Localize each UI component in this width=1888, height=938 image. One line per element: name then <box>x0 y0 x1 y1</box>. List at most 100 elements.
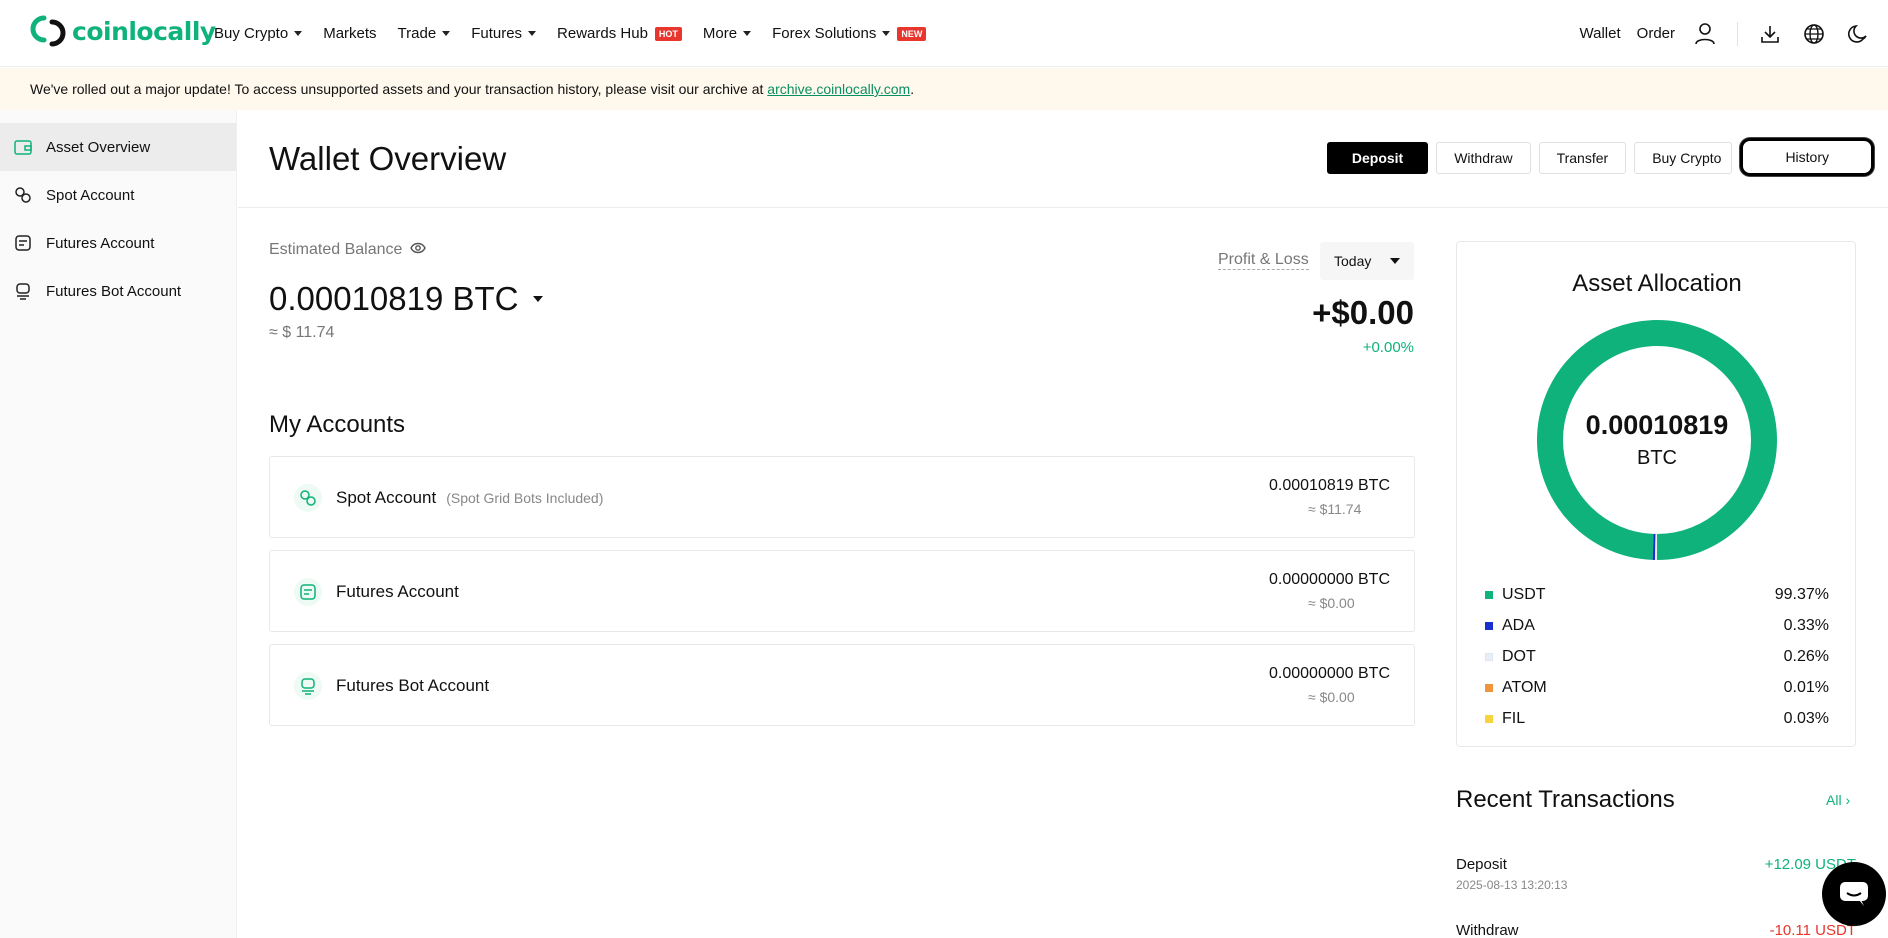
legend-label: FIL <box>1502 709 1526 727</box>
period-select[interactable]: Today <box>1320 242 1414 280</box>
nav-item-more[interactable]: More <box>703 25 752 42</box>
transfer-button[interactable]: Transfer <box>1538 142 1627 174</box>
main-content: Wallet Overview Deposit Withdraw Transfe… <box>238 110 1888 938</box>
deposit-button[interactable]: Deposit <box>1326 142 1429 174</box>
legend-swatch <box>1485 621 1493 630</box>
profit-loss-label[interactable]: Profit & Loss <box>1218 251 1309 270</box>
globe-icon[interactable] <box>1802 22 1826 46</box>
download-icon[interactable] <box>1758 22 1782 46</box>
all-link-label: All <box>1826 792 1842 808</box>
legend-label: USDT <box>1502 585 1546 603</box>
header-actions: Deposit Withdraw Transfer Buy Crypto His… <box>1326 138 1874 176</box>
balance-amount: 0.00010819 BTC <box>269 280 519 317</box>
legend-value: 0.26% <box>1783 647 1829 665</box>
chevron-down-icon <box>528 31 537 36</box>
nav-item-label: Forex Solutions <box>772 25 877 42</box>
transaction-row[interactable]: Withdraw -10.11 USDT <box>1456 922 1856 938</box>
sidebar-item-futures-bot-account[interactable]: Futures Bot Account <box>0 267 236 315</box>
transaction-time: 2025-08-13 13:20:13 <box>1456 878 1568 892</box>
sidebar-item-futures-account[interactable]: Futures Account <box>0 219 236 267</box>
legend-value: 0.01% <box>1783 678 1829 696</box>
notice-suffix: . <box>910 81 915 97</box>
account-usd-balance: ≈ $0.00 <box>1308 595 1355 611</box>
nav-item-forex-solutions[interactable]: Forex Solutions NEW <box>772 25 927 42</box>
account-card-spot-account[interactable]: Spot Account (Spot Grid Bots Included) 0.0… <box>269 456 1415 538</box>
transaction-row[interactable]: Deposit 2025-08-13 13:20:13 +12.09 USDT <box>1456 856 1856 892</box>
nav-badge: HOT <box>654 26 682 41</box>
legend-item-atom: ATOM 0.01% <box>1485 672 1829 703</box>
main-nav: Buy Crypto Markets Trade Futures Rewards Hub… <box>214 0 947 67</box>
moon-icon[interactable] <box>1846 22 1870 46</box>
account-name-text: Futures Account <box>336 582 459 601</box>
futures-icon <box>294 578 322 606</box>
chevron-down-icon <box>442 31 451 36</box>
account-name: Futures Bot Account <box>336 676 489 696</box>
legend-label: ADA <box>1502 616 1535 634</box>
update-notice: We've rolled out a major update! To acce… <box>0 68 1888 110</box>
sidebar-item-label: Futures Account <box>46 234 155 252</box>
brand-name: coinlocally <box>72 16 216 46</box>
chevron-down-icon[interactable] <box>532 296 543 302</box>
account-card-futures-account[interactable]: Futures Account 0.00000000 BTC ≈ $0.00 <box>269 550 1415 632</box>
chevron-down-icon <box>743 31 752 36</box>
archive-link[interactable]: archive.coinlocally.com <box>767 81 910 97</box>
nav-item-futures[interactable]: Futures <box>471 25 537 42</box>
spot-icon <box>14 186 32 204</box>
nav-item-trade[interactable]: Trade <box>398 25 451 42</box>
legend-swatch <box>1485 652 1493 661</box>
page-header: Wallet Overview Deposit Withdraw Transfe… <box>238 110 1888 208</box>
nav-item-label: Futures <box>471 25 523 42</box>
account-subtitle: (Spot Grid Bots Included) <box>446 490 604 506</box>
header-divider <box>1737 21 1738 46</box>
all-transactions-link[interactable]: All › <box>1826 792 1850 808</box>
balance-value[interactable]: 0.00010819 BTC <box>269 280 543 318</box>
allocation-donut-chart <box>1537 320 1777 560</box>
sidebar-item-asset-overview[interactable]: Asset Overview <box>0 123 236 171</box>
withdraw-button[interactable]: Withdraw <box>1436 142 1531 174</box>
legend-label: DOT <box>1502 647 1536 665</box>
legend-swatch <box>1485 714 1493 723</box>
order-link[interactable]: Order <box>1637 25 1675 42</box>
account-usd-balance: ≈ $11.74 <box>1308 501 1362 517</box>
legend-item-usdt: USDT 99.37% <box>1485 579 1829 610</box>
history-button[interactable]: History <box>1740 138 1874 176</box>
nav-item-buy-crypto[interactable]: Buy Crypto <box>214 25 303 42</box>
chat-icon <box>1840 882 1868 906</box>
sidebar-item-label: Futures Bot Account <box>46 282 182 300</box>
account-usd-balance: ≈ $0.00 <box>1308 689 1355 705</box>
page-title: Wallet Overview <box>269 140 507 177</box>
legend-swatch <box>1485 590 1493 599</box>
nav-item-label: Markets <box>323 25 377 42</box>
nav-item-label: Trade <box>397 25 437 42</box>
sidebar-item-spot-account[interactable]: Spot Account <box>0 171 236 219</box>
legend-value: 0.03% <box>1783 709 1829 727</box>
chevron-down-icon <box>882 31 891 36</box>
nav-item-rewards-hub[interactable]: Rewards Hub HOT <box>557 25 682 42</box>
legend-item-ada: ADA 0.33% <box>1485 610 1829 641</box>
buy-crypto-button[interactable]: Buy Crypto <box>1634 142 1733 174</box>
account-btc-balance: 0.00010819 BTC <box>1269 477 1390 494</box>
notice-text: We've rolled out a major update! To acce… <box>30 81 768 97</box>
account-name: Futures Account <box>336 582 459 602</box>
account-card-futures-bot-account[interactable]: Futures Bot Account 0.00000000 BTC ≈ $0.00 <box>269 644 1415 726</box>
allocation-title: Asset Allocation <box>1572 270 1742 297</box>
coinlocally-logo-icon <box>30 15 66 47</box>
user-icon[interactable] <box>1693 22 1717 46</box>
wallet-link[interactable]: Wallet <box>1580 25 1621 42</box>
account-name-text: Futures Bot Account <box>336 676 490 695</box>
chat-support-button[interactable] <box>1822 862 1886 926</box>
account-name-text: Spot Account <box>336 488 437 507</box>
brand-logo[interactable]: coinlocally <box>30 14 216 48</box>
nav-item-label: Buy Crypto <box>214 25 289 42</box>
nav-item-markets[interactable]: Markets <box>323 25 376 42</box>
account-btc-balance: 0.00000000 BTC <box>1269 665 1390 682</box>
bot-icon <box>14 282 32 300</box>
eye-icon[interactable] <box>410 241 427 259</box>
chevron-down-icon <box>294 31 303 36</box>
spot-icon <box>294 484 322 512</box>
period-value: Today <box>1334 253 1372 269</box>
legend-swatch <box>1485 683 1493 692</box>
my-accounts-title: My Accounts <box>269 411 406 438</box>
legend-value: 99.37% <box>1774 585 1829 603</box>
nav-item-label: Rewards Hub <box>557 25 648 42</box>
